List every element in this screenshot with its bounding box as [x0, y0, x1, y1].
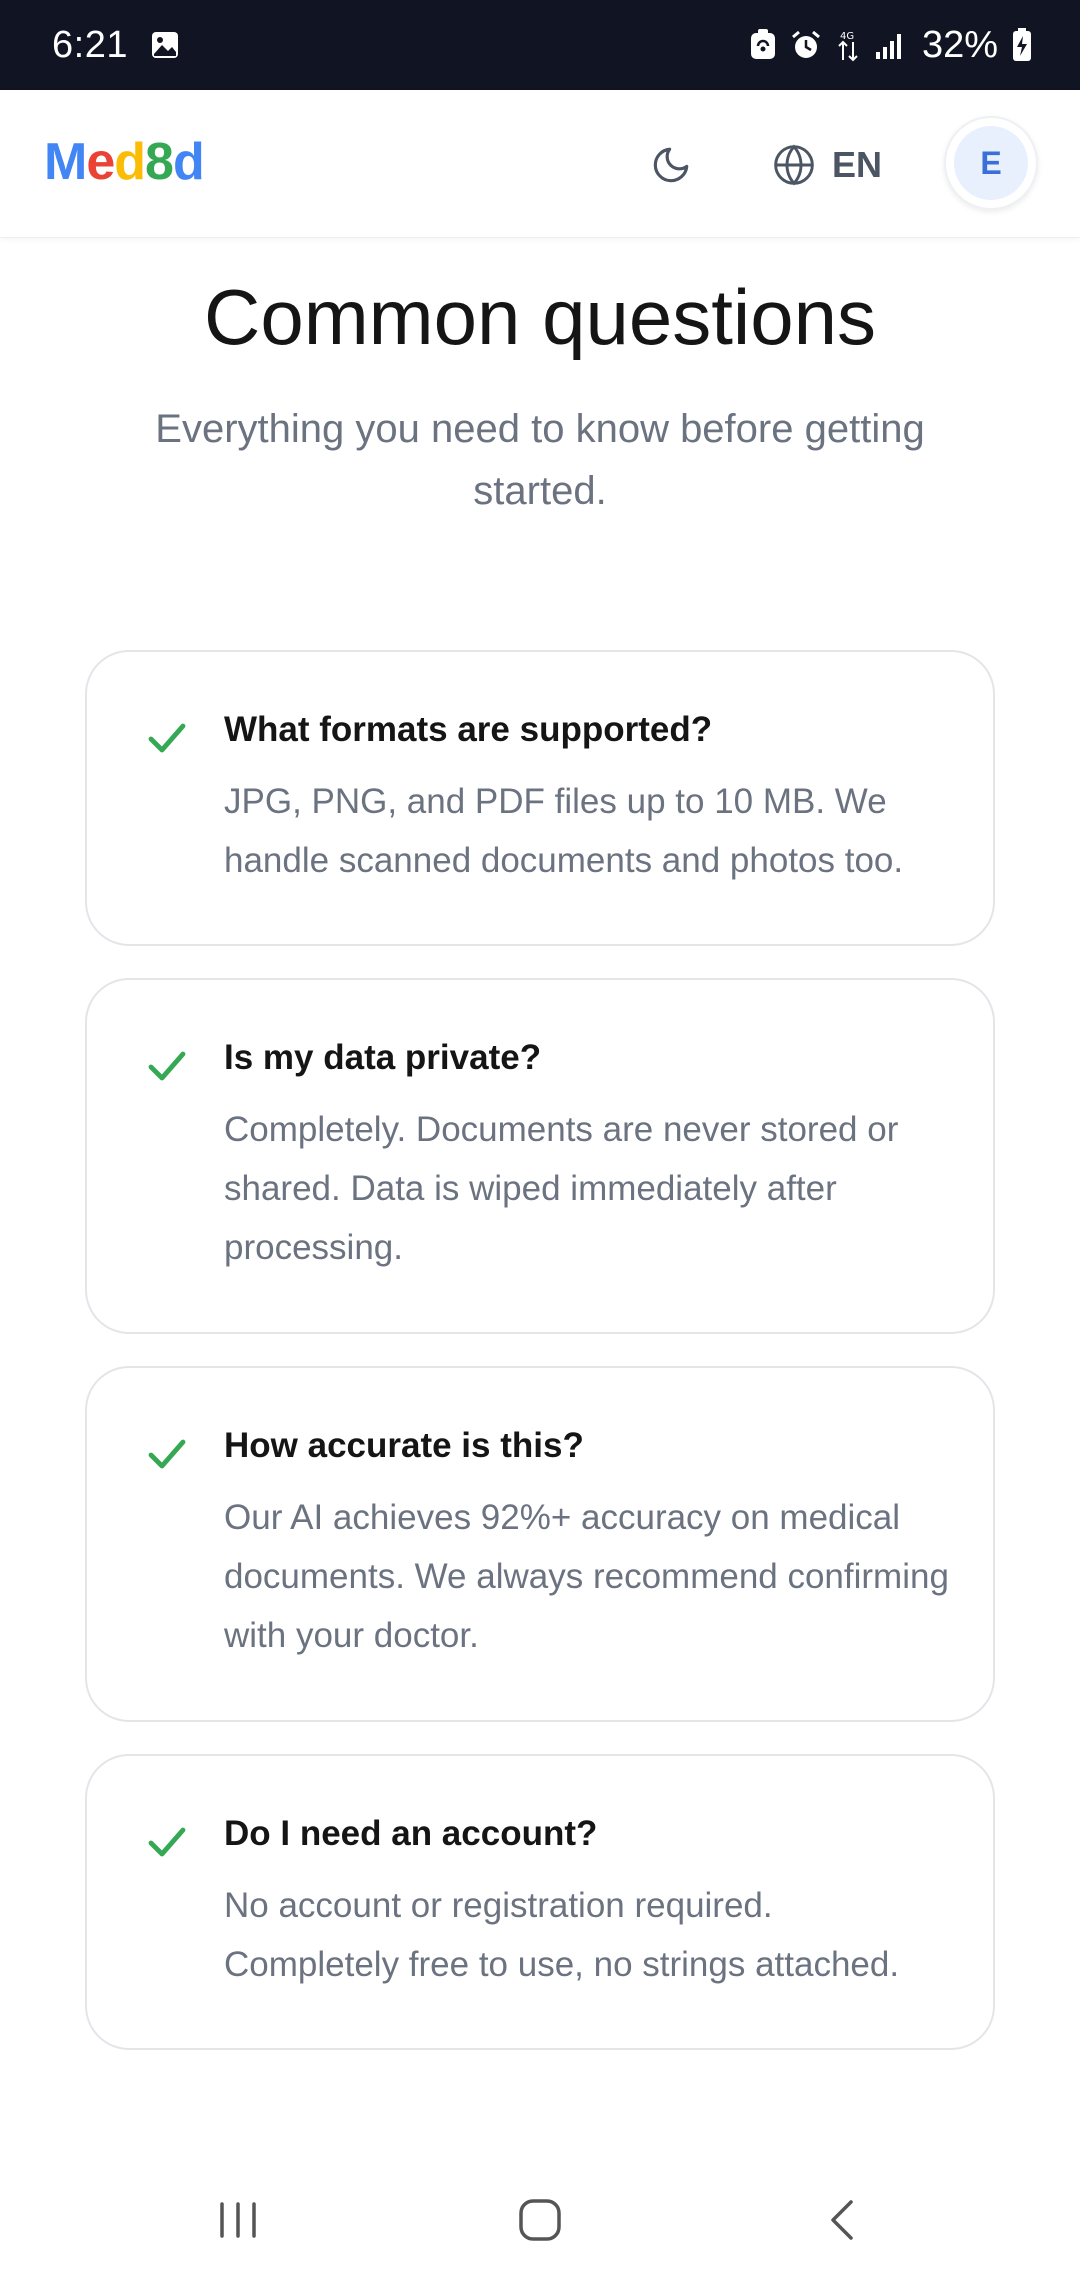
logo-letter: 8	[145, 133, 174, 191]
check-icon	[148, 1439, 186, 1469]
recent-apps-icon	[220, 2202, 256, 2238]
page-title: Common questions	[204, 273, 876, 361]
signal-icon	[874, 25, 906, 65]
check-icon	[148, 1827, 186, 1857]
back-icon	[831, 2200, 853, 2240]
status-bar: 6:21 4G 32%	[0, 0, 1080, 90]
battery-percentage: 32%	[921, 23, 998, 66]
language-label: EN	[832, 144, 883, 185]
faq-card: Do I need an account? No account or regi…	[85, 1754, 995, 2050]
logo[interactable]: Med8d	[44, 132, 205, 192]
nfc-icon	[750, 25, 776, 65]
battery-charging-icon	[1012, 25, 1032, 65]
faq-card: How accurate is this? Our AI achieves 92…	[85, 1366, 995, 1722]
avatar-button[interactable]: E	[944, 116, 1038, 210]
faq-answer: Our AI achieves 92%+ accuracy on medical…	[224, 1498, 949, 1655]
logo-letter: d	[172, 133, 205, 191]
logo-letter: M	[44, 133, 87, 191]
svg-text:4G: 4G	[840, 31, 854, 42]
faq-answer: No account or registration required. Com…	[224, 1886, 900, 1984]
home-icon	[519, 2199, 561, 2241]
logo-letter: d	[114, 133, 146, 191]
page-subtitle: Everything you need to know before getti…	[155, 407, 925, 513]
faq-card: What formats are supported? JPG, PNG, an…	[85, 650, 995, 946]
globe-icon	[774, 144, 814, 186]
status-time: 6:21	[52, 23, 128, 66]
faq-answer: JPG, PNG, and PDF files up to 10 MB. We …	[224, 782, 904, 880]
theme-toggle-button[interactable]	[640, 134, 702, 196]
language-selector[interactable]: EN	[772, 134, 882, 196]
faq-question: Is my data private?	[224, 1038, 542, 1077]
alarm-icon	[790, 25, 822, 65]
faq-question: Do I need an account?	[224, 1814, 598, 1853]
check-icon	[148, 723, 186, 753]
app-header: Med8d EN E	[0, 90, 1080, 238]
moon-icon	[653, 147, 689, 183]
logo-letter: e	[86, 133, 115, 191]
back-button[interactable]	[802, 2190, 882, 2250]
home-button[interactable]	[500, 2190, 580, 2250]
faq-question: What formats are supported?	[224, 710, 713, 749]
faq-answer: Completely. Documents are never stored o…	[224, 1110, 899, 1267]
faq-question: How accurate is this?	[224, 1426, 584, 1465]
avatar-initial: E	[954, 126, 1028, 200]
data-arrows-icon: 4G	[836, 25, 860, 65]
check-icon	[148, 1051, 186, 1081]
faq-card: Is my data private? Completely. Document…	[85, 978, 995, 1334]
gallery-icon	[150, 25, 180, 65]
recent-apps-button[interactable]	[198, 2190, 278, 2250]
